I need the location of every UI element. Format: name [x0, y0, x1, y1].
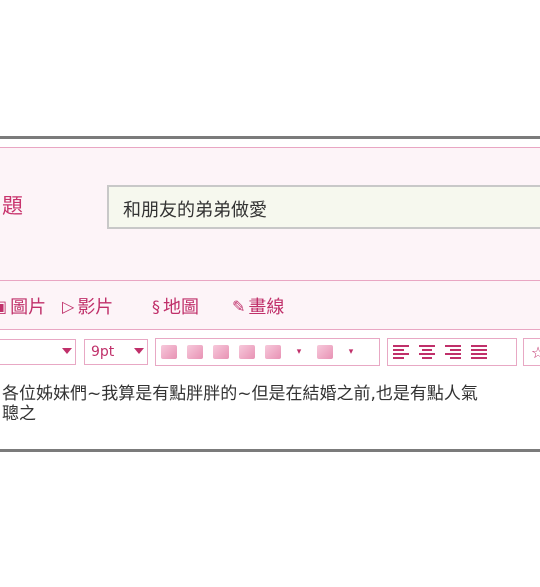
insert-video-label: 影片 [77, 297, 114, 318]
subject-label: 題 [2, 194, 23, 218]
text-color-icon [265, 345, 281, 359]
pencil-icon: ✎ [232, 296, 246, 316]
chevron-down-icon: ▾ [296, 347, 302, 357]
insert-map-label: 地圖 [163, 297, 199, 318]
text-color-dropdown[interactable]: ▾ [288, 341, 310, 363]
chevron-down-icon: ▾ [348, 347, 354, 357]
map-icon: § [152, 296, 160, 316]
text-style-group: ▾ ▾ [155, 338, 380, 366]
align-left-icon [393, 345, 409, 359]
font-size-select[interactable]: 9pt [84, 339, 148, 365]
italic-icon [187, 345, 203, 359]
background-color-dropdown[interactable]: ▾ [340, 341, 362, 363]
body-text-line: 聰之 [2, 404, 36, 424]
background-color-button[interactable] [314, 341, 336, 363]
alignment-group [387, 338, 517, 366]
background-color-icon [317, 345, 333, 359]
bold-icon [161, 345, 177, 359]
bold-button[interactable] [158, 341, 180, 363]
image-icon: ▣ [0, 297, 7, 316]
insert-draw-button[interactable]: ✎ 畫線 [232, 293, 284, 319]
insert-draw-label: 畫線 [248, 297, 285, 318]
text-color-button[interactable] [262, 341, 284, 363]
star-icon: ☆ [531, 343, 540, 362]
insert-image-button[interactable]: ▣ 圖片 [0, 293, 46, 319]
insert-map-button[interactable]: § 地圖 [152, 293, 199, 319]
insert-toolbar: ▣ 圖片 ▷ 影片 § 地圖 ✎ 畫線 [0, 281, 540, 330]
video-icon: ▷ [62, 296, 75, 316]
justify-icon [471, 345, 487, 359]
underline-button[interactable] [210, 341, 232, 363]
align-right-icon [445, 345, 461, 359]
font-size-value: 9pt [91, 344, 115, 360]
align-left-button[interactable] [390, 341, 412, 363]
format-toolbar: 9pt ▾ ▾ [0, 331, 540, 371]
chevron-down-icon [62, 348, 72, 354]
body-editor[interactable]: 各位姊妹們~我算是有點胖胖的~但是在結婚之前,也是有點人氣 聰之 [0, 379, 540, 439]
insert-image-label: 圖片 [10, 297, 47, 318]
body-text-line: 各位姊妹們~我算是有點胖胖的~但是在結婚之前,也是有點人氣 [2, 384, 478, 404]
align-center-button[interactable] [416, 341, 438, 363]
font-family-select[interactable] [0, 339, 76, 365]
italic-button[interactable] [184, 341, 206, 363]
justify-button[interactable] [468, 341, 490, 363]
emoticon-button[interactable]: ☆ [523, 338, 540, 366]
post-editor-panel: 題 和朋友的弟弟做愛 ▣ 圖片 ▷ 影片 § 地圖 ✎ 畫線 9pt [0, 136, 540, 452]
subject-row: 題 和朋友的弟弟做愛 [0, 147, 540, 281]
insert-video-button[interactable]: ▷ 影片 [62, 293, 113, 319]
strikethrough-button[interactable] [236, 341, 258, 363]
align-right-button[interactable] [442, 341, 464, 363]
chevron-down-icon [134, 348, 144, 354]
strikethrough-icon [239, 345, 255, 359]
subject-input[interactable]: 和朋友的弟弟做愛 [107, 185, 540, 229]
underline-icon [213, 345, 229, 359]
align-center-icon [419, 345, 435, 359]
